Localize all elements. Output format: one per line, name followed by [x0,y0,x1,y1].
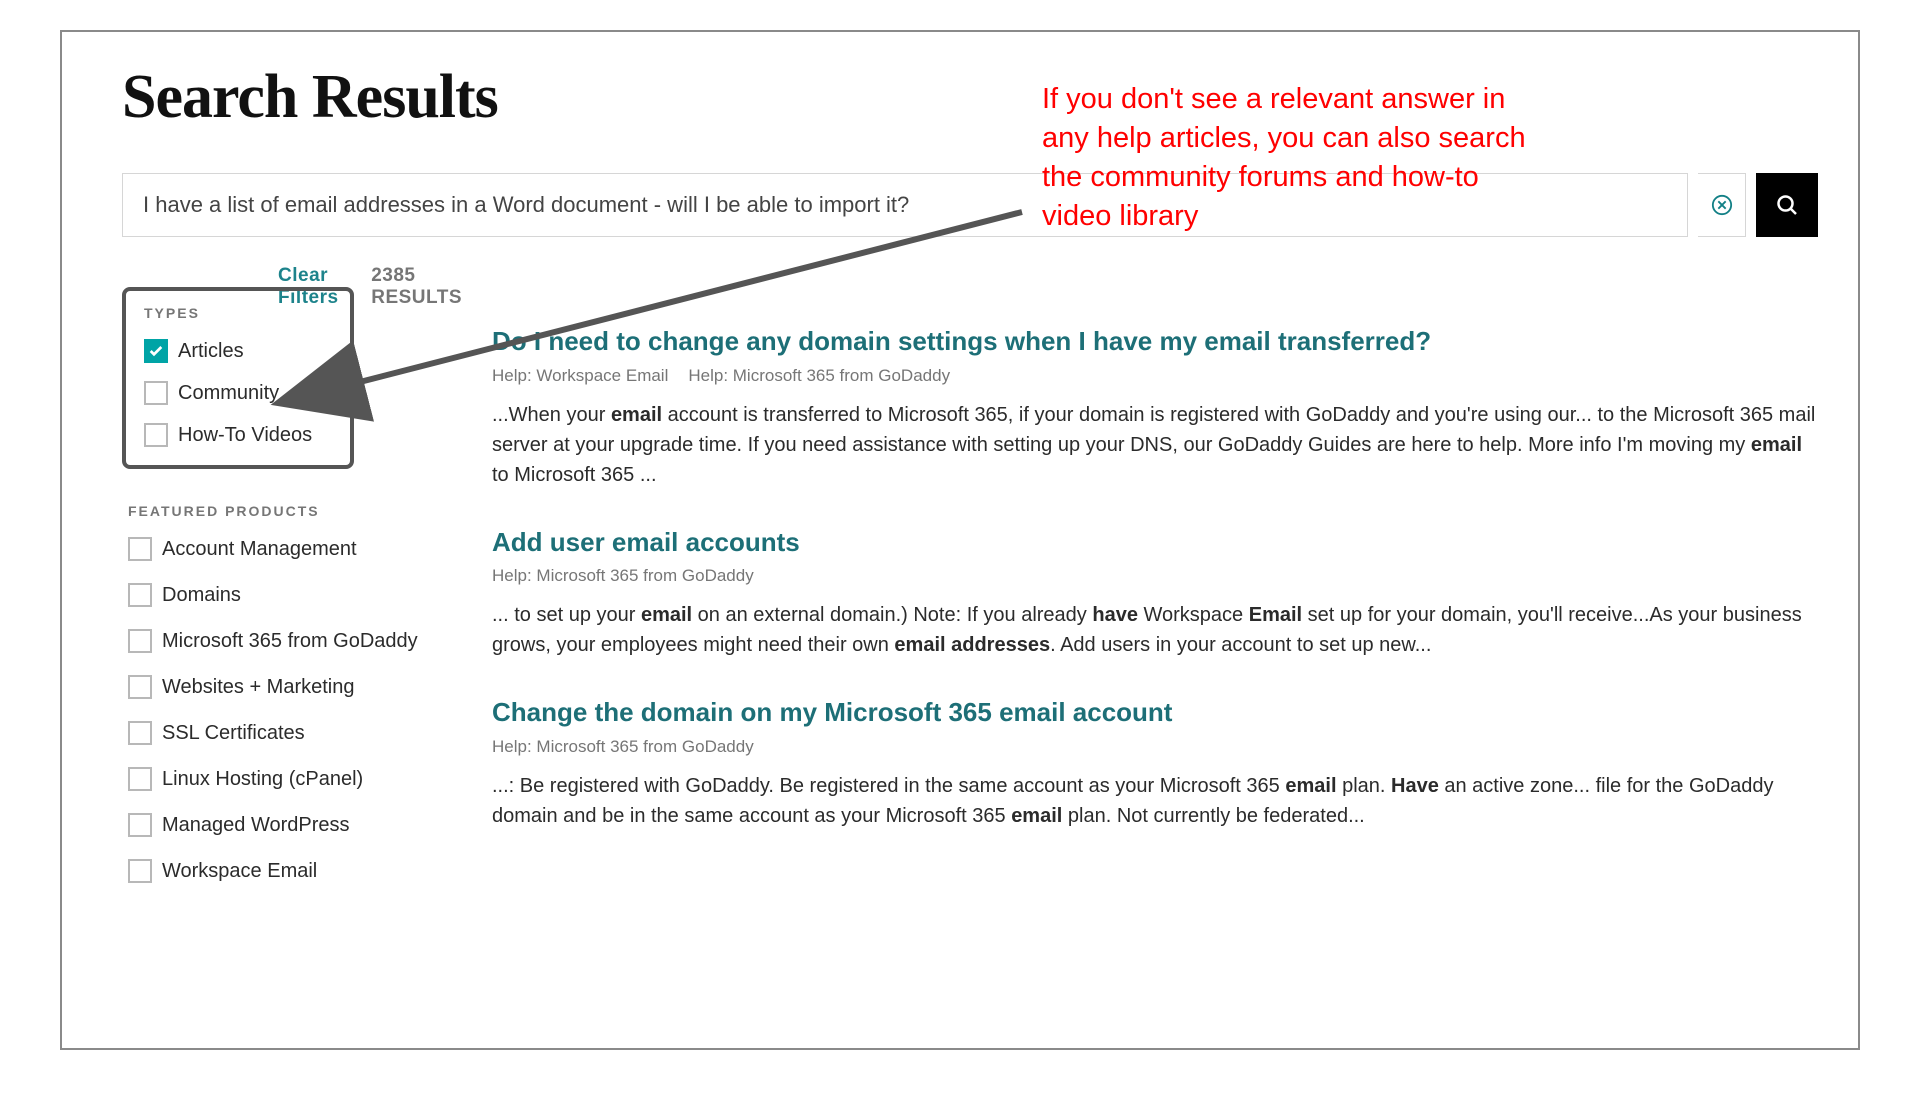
result-breadcrumb: Help: Microsoft 365 from GoDaddy [492,566,1818,586]
clear-search-button[interactable] [1698,173,1746,237]
result-breadcrumb: Help: Microsoft 365 from GoDaddy [492,737,1818,757]
checkbox[interactable] [128,629,152,653]
checkbox[interactable] [128,583,152,607]
result-snippet: ...When your email account is transferre… [492,400,1818,490]
types-header: TYPES [144,305,332,321]
filter-label: Managed WordPress [162,814,350,837]
type-filter-item[interactable]: Articles [144,339,332,363]
featured-filter-item[interactable]: Microsoft 365 from GoDaddy [128,629,462,653]
featured-filter-item[interactable]: Account Management [128,537,462,561]
result-snippet: ... to set up your email on an external … [492,600,1818,660]
result-breadcrumb: Help: Workspace EmailHelp: Microsoft 365… [492,366,1818,386]
check-icon [148,343,164,359]
search-result: Do I need to change any domain settings … [492,325,1818,490]
types-filter-box: TYPES Articles Community How-To Videos [122,287,354,469]
result-snippet: ...: Be registered with GoDaddy. Be regi… [492,771,1818,831]
checkbox[interactable] [128,859,152,883]
filter-label: Articles [178,340,244,363]
filter-label: Domains [162,584,241,607]
filter-label: Websites + Marketing [162,676,355,699]
filter-label: Microsoft 365 from GoDaddy [162,630,418,653]
page-title: Search Results [122,62,1818,133]
checkbox[interactable] [128,813,152,837]
checkbox[interactable] [144,423,168,447]
checkbox[interactable] [144,339,168,363]
close-circle-icon [1711,194,1733,216]
featured-filter-item[interactable]: Workspace Email [128,859,462,883]
checkbox[interactable] [128,537,152,561]
filter-label: Linux Hosting (cPanel) [162,768,363,791]
results-count: 2385 RESULTS [371,265,462,309]
featured-products-block: FEATURED PRODUCTS Account Management Doma… [122,503,462,883]
filter-sidebar: Clear Filters 2385 RESULTS TYPES Article… [122,265,462,905]
search-result: Add user email accounts Help: Microsoft 3… [492,526,1818,661]
featured-filter-item[interactable]: Managed WordPress [128,813,462,837]
annotation-callout: If you don't see a relevant answer in an… [1042,80,1542,237]
filter-label: Workspace Email [162,860,317,883]
filter-label: How-To Videos [178,424,312,447]
featured-filter-item[interactable]: SSL Certificates [128,721,462,745]
result-title-link[interactable]: Change the domain on my Microsoft 365 em… [492,696,1818,729]
search-bar [122,173,1818,237]
result-title-link[interactable]: Do I need to change any domain settings … [492,325,1818,358]
filter-label: Community [178,382,279,405]
featured-header: FEATURED PRODUCTS [128,503,462,519]
checkbox[interactable] [128,721,152,745]
search-result: Change the domain on my Microsoft 365 em… [492,696,1818,831]
search-button[interactable] [1756,173,1818,237]
search-icon [1775,193,1799,217]
featured-filter-item[interactable]: Linux Hosting (cPanel) [128,767,462,791]
featured-filter-item[interactable]: Domains [128,583,462,607]
results-column: Do I need to change any domain settings … [492,265,1818,905]
filter-label: SSL Certificates [162,722,305,745]
type-filter-item[interactable]: How-To Videos [144,423,332,447]
checkbox[interactable] [144,381,168,405]
type-filter-item[interactable]: Community [144,381,332,405]
featured-filter-item[interactable]: Websites + Marketing [128,675,462,699]
result-title-link[interactable]: Add user email accounts [492,526,1818,559]
filter-label: Account Management [162,538,357,561]
checkbox[interactable] [128,675,152,699]
checkbox[interactable] [128,767,152,791]
